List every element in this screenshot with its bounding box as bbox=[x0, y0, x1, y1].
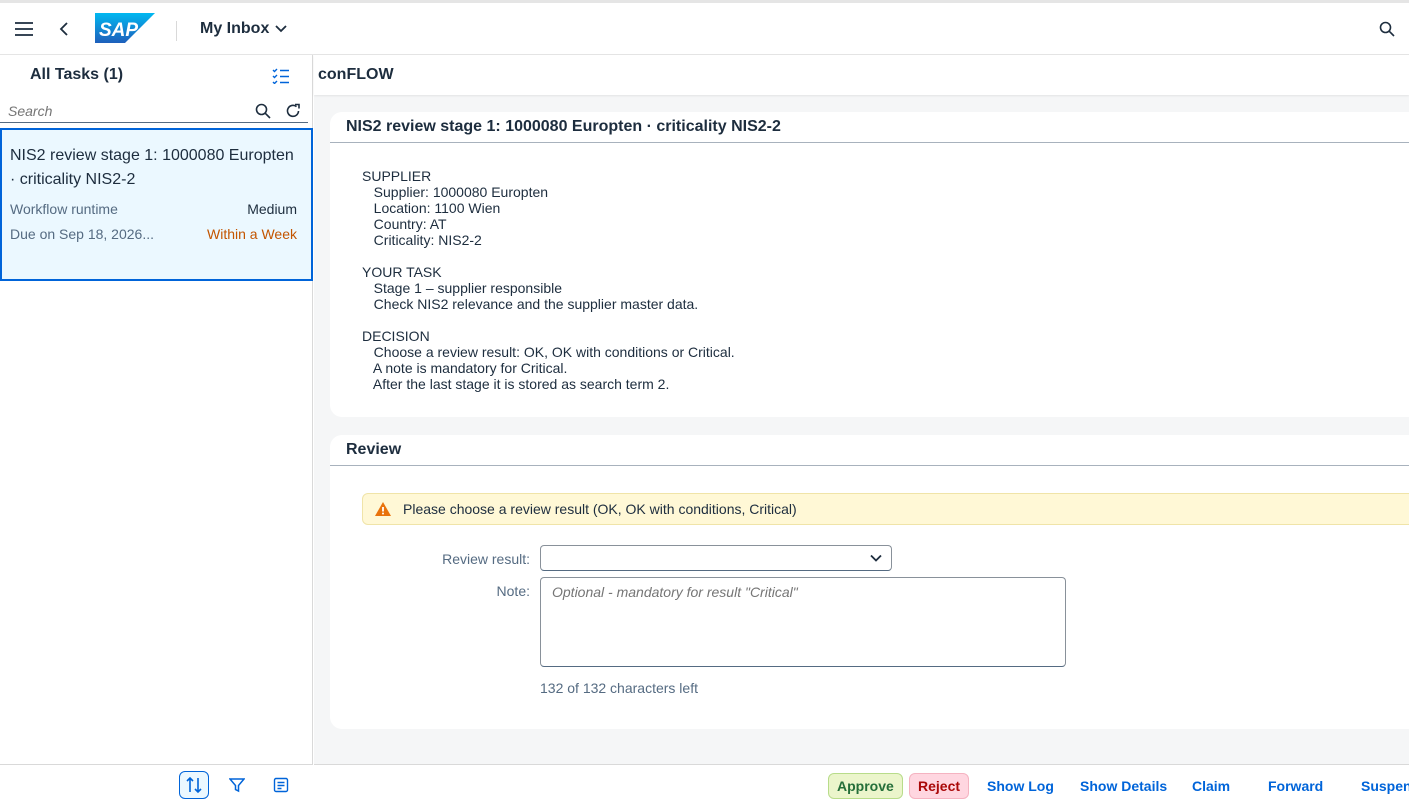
refresh-button[interactable] bbox=[278, 100, 308, 122]
sort-icon bbox=[186, 776, 202, 794]
description-card: NIS2 review stage 1: 1000080 Europten · … bbox=[330, 112, 1409, 417]
refresh-icon bbox=[286, 103, 300, 117]
show-log-button[interactable]: Show Log bbox=[979, 773, 1062, 799]
sap-logo[interactable]: SAP bbox=[95, 13, 155, 43]
app-title-menu[interactable]: My Inbox bbox=[200, 20, 287, 38]
note-label: Note: bbox=[496, 583, 530, 599]
back-button[interactable] bbox=[52, 17, 76, 41]
chevron-down-icon bbox=[870, 554, 882, 562]
task-due-date: Due on Sep 18, 2026... bbox=[10, 226, 154, 242]
claim-button[interactable]: Claim bbox=[1184, 773, 1238, 799]
back-icon bbox=[59, 22, 68, 36]
description-title: NIS2 review stage 1: 1000080 Europten · … bbox=[346, 118, 781, 135]
filter-button[interactable] bbox=[222, 771, 252, 799]
character-counter: 132 of 132 characters left bbox=[540, 680, 698, 696]
detail-header-title: conFLOW bbox=[318, 66, 394, 83]
group-button[interactable] bbox=[266, 771, 296, 799]
multi-select-button[interactable] bbox=[270, 65, 292, 87]
warning-text: Please choose a review result (OK, OK wi… bbox=[403, 501, 797, 517]
task-meta-row: Workflow runtime Medium bbox=[10, 201, 297, 217]
divider bbox=[330, 142, 1409, 143]
note-textarea[interactable] bbox=[541, 578, 1065, 666]
app-title: My Inbox bbox=[200, 20, 270, 37]
menu-icon bbox=[15, 22, 33, 36]
shell-search-button[interactable] bbox=[1375, 17, 1399, 41]
suspend-button[interactable]: Suspend bbox=[1353, 773, 1409, 799]
task-list-item[interactable]: NIS2 review stage 1: 1000080 Europten · … bbox=[0, 128, 313, 281]
menu-button[interactable] bbox=[12, 17, 36, 41]
description-text: SUPPLIER Supplier: 1000080 Europten Loca… bbox=[362, 168, 735, 392]
task-list-panel: All Tasks (1) NIS2 review stage 1: 10000… bbox=[0, 55, 313, 804]
task-type: Workflow runtime bbox=[10, 201, 118, 217]
review-result-label: Review result: bbox=[442, 551, 530, 567]
review-result-select[interactable] bbox=[540, 545, 892, 571]
approve-button[interactable]: Approve bbox=[828, 773, 903, 799]
task-due-row: Due on Sep 18, 2026... Within a Week bbox=[10, 226, 297, 242]
reject-button[interactable]: Reject bbox=[909, 773, 970, 799]
task-list-footer bbox=[0, 764, 313, 804]
task-priority: Medium bbox=[247, 201, 297, 217]
shell-separator bbox=[176, 21, 177, 41]
show-details-button[interactable]: Show Details bbox=[1072, 773, 1175, 799]
warning-message-strip: Please choose a review result (OK, OK wi… bbox=[362, 493, 1409, 525]
chevron-down-icon bbox=[275, 25, 287, 33]
note-field bbox=[540, 577, 1066, 667]
search-icon bbox=[255, 103, 271, 119]
task-due-status: Within a Week bbox=[207, 226, 297, 242]
search-icon bbox=[1379, 21, 1395, 37]
task-title: NIS2 review stage 1: 1000080 Europten · … bbox=[10, 147, 294, 188]
shell-bar: SAP My Inbox bbox=[0, 0, 1409, 55]
group-icon bbox=[273, 777, 289, 793]
detail-footer-toolbar: Approve Reject Show Log Show Details Cla… bbox=[314, 764, 1409, 804]
review-card: Review Please choose a review result (OK… bbox=[330, 435, 1409, 729]
task-list-title: All Tasks (1) bbox=[30, 66, 124, 83]
search-submit-button[interactable] bbox=[248, 100, 278, 122]
warning-icon bbox=[363, 501, 403, 517]
svg-text:SAP: SAP bbox=[99, 20, 138, 41]
detail-header: conFLOW bbox=[314, 55, 1409, 95]
task-detail-panel: conFLOW NIS2 review stage 1: 1000080 Eur… bbox=[314, 55, 1409, 804]
filter-icon bbox=[229, 778, 245, 793]
divider bbox=[330, 465, 1409, 466]
sort-button[interactable] bbox=[179, 771, 209, 799]
task-search-field bbox=[0, 99, 308, 123]
review-title: Review bbox=[346, 441, 402, 458]
multi-select-icon bbox=[272, 68, 289, 84]
forward-button[interactable]: Forward bbox=[1260, 773, 1331, 799]
search-input[interactable] bbox=[0, 99, 248, 122]
